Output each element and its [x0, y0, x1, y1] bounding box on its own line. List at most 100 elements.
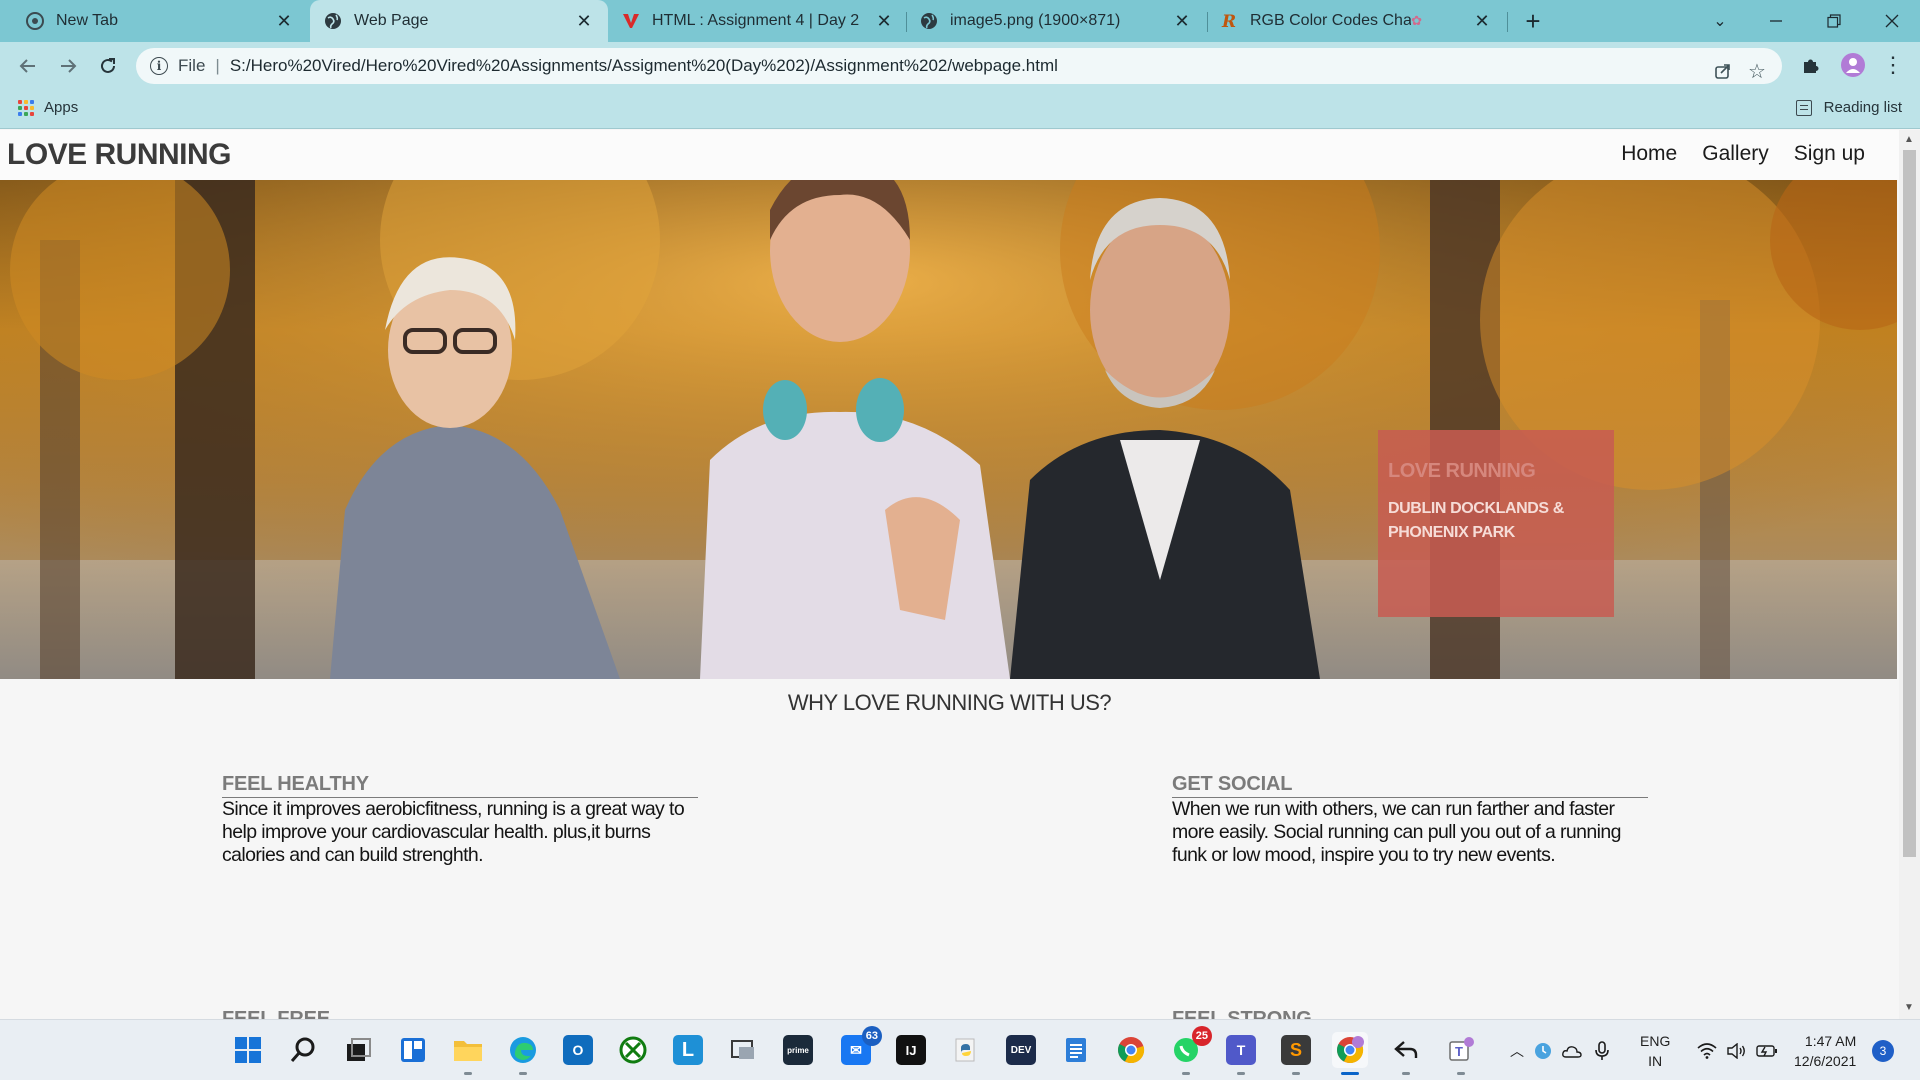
snipping-tool-icon[interactable]	[725, 1032, 761, 1068]
close-icon[interactable]: ✕	[274, 11, 294, 31]
notification-badge: 25	[1191, 1026, 1212, 1046]
close-icon[interactable]: ✕	[1172, 11, 1192, 31]
tab-title: Web Page	[354, 12, 429, 29]
l-app-icon[interactable]: L	[670, 1032, 706, 1068]
dev-icon[interactable]: DEV	[1003, 1032, 1039, 1068]
address-bar[interactable]: i File | S:/Hero%20Vired/Hero%20Vired%20…	[136, 48, 1782, 84]
section-title: WHY LOVE RUNNING WITH US?	[787, 690, 1112, 715]
running-indicator	[1237, 1072, 1245, 1075]
edge-icon[interactable]	[505, 1032, 541, 1075]
feature-heading: FEEL HEALTHY	[222, 773, 698, 798]
chrome-icon[interactable]	[1113, 1032, 1149, 1068]
palette-icon: ✿	[1411, 13, 1422, 28]
feature-heading: FEEL STRONG	[1172, 1008, 1648, 1019]
close-icon[interactable]: ✕	[574, 11, 594, 31]
scrollbar-thumb[interactable]	[1903, 150, 1916, 857]
site-info-icon[interactable]: i	[150, 57, 168, 75]
notification-badge: 63	[861, 1026, 882, 1046]
tab-rgb-color-codes[interactable]: R RGB Color Codes Chart ✿ ✕	[1208, 0, 1506, 42]
tab-image5[interactable]: image5.png (1900×871) ✕	[908, 0, 1206, 42]
python-icon[interactable]	[948, 1032, 984, 1068]
minimize-button[interactable]	[1748, 0, 1804, 42]
scroll-up-arrow-icon[interactable]: ▲	[1904, 134, 1914, 145]
back-button[interactable]	[12, 50, 44, 82]
tab-html-assignment[interactable]: HTML : Assignment 4 | Day 2 ✕	[610, 0, 908, 42]
feature-heading: GET SOCIAL	[1172, 773, 1648, 798]
prime-video-icon[interactable]: prime	[780, 1032, 816, 1068]
svg-text:T: T	[1455, 1044, 1463, 1059]
share-icon[interactable]	[1708, 56, 1738, 86]
language-code: ENG	[1640, 1032, 1671, 1049]
forward-button[interactable]	[52, 50, 84, 82]
tab-title: RGB Color Codes Chart	[1250, 12, 1412, 29]
hero-image: LOVE RUNNING DUBLIN DOCKLANDS & PHONENIX…	[0, 180, 1897, 679]
apps-shortcut[interactable]: Apps	[18, 99, 78, 116]
xbox-icon[interactable]	[615, 1032, 651, 1068]
notepad-icon[interactable]	[1058, 1032, 1094, 1068]
clock-time: 1:47 AM	[1804, 1032, 1857, 1049]
nav-gallery[interactable]: Gallery	[1702, 142, 1769, 166]
reading-list-button[interactable]: Reading list	[1795, 99, 1902, 116]
clock-app-icon[interactable]	[1529, 1042, 1557, 1060]
restore-button[interactable]	[1806, 0, 1862, 42]
search-icon[interactable]	[285, 1032, 321, 1068]
hero-box-subtitle: DUBLIN DOCKLANDS & PHONENIX PARK	[1388, 500, 1564, 541]
nav-home[interactable]: Home	[1621, 142, 1677, 166]
hero-box-title: LOVE RUNNING	[1388, 460, 1536, 482]
page-scrollbar[interactable]: ▲ ▼	[1899, 130, 1920, 1019]
svg-text:R: R	[1221, 12, 1236, 30]
url-text[interactable]: S:/Hero%20Vired/Hero%20Vired%20Assignmen…	[230, 56, 1058, 76]
reading-list-icon	[1795, 99, 1812, 116]
chevron-up-icon[interactable]: ︿	[1505, 1041, 1529, 1061]
scroll-down-arrow-icon[interactable]: ▼	[1904, 1002, 1914, 1013]
messenger-icon[interactable]: ✉ 63	[838, 1026, 882, 1068]
new-tab-button[interactable]: +	[1518, 6, 1548, 36]
apps-grid-icon	[18, 99, 34, 116]
tab-title: HTML : Assignment 4 | Day 2	[652, 12, 860, 29]
reply-arrow-icon[interactable]	[1388, 1032, 1424, 1075]
widgets-icon[interactable]	[395, 1032, 431, 1068]
clock[interactable]: 1:47 AM 12/6/2021	[1794, 1020, 1856, 1080]
teams-icon[interactable]: T	[1223, 1032, 1259, 1075]
bookmarks-bar: Apps Reading list	[0, 89, 1920, 129]
chrome-profile-icon[interactable]	[1332, 1032, 1368, 1075]
windows-start-icon[interactable]	[230, 1032, 266, 1068]
system-tray: ︿	[1505, 1020, 1617, 1080]
tab-new-tab[interactable]: New Tab ✕	[0, 0, 308, 42]
reading-list-label: Reading list	[1823, 99, 1902, 116]
microphone-icon[interactable]	[1587, 1040, 1617, 1061]
r-logo-icon: R	[1220, 12, 1238, 30]
sublime-icon[interactable]: S	[1278, 1032, 1314, 1075]
reload-button[interactable]	[92, 50, 124, 82]
v-logo-icon	[622, 12, 640, 30]
site-logo[interactable]: LOVE RUNNING	[7, 138, 232, 172]
wifi-icon	[1692, 1042, 1722, 1059]
profile-avatar[interactable]	[1838, 50, 1868, 80]
teams-personal-icon[interactable]: T	[1443, 1032, 1479, 1075]
close-icon[interactable]: ✕	[1472, 11, 1492, 31]
file-explorer-icon[interactable]	[450, 1032, 486, 1075]
tab-search-chevron-icon[interactable]: ⌄	[1692, 0, 1748, 42]
browser-menu-icon[interactable]: ⋮	[1878, 50, 1908, 80]
notification-center[interactable]: 3	[1872, 1020, 1894, 1080]
onedrive-cloud-icon[interactable]	[1557, 1044, 1587, 1058]
language-indicator[interactable]: ENG IN	[1640, 1020, 1670, 1080]
close-icon[interactable]: ✕	[874, 11, 894, 31]
bookmark-star-icon[interactable]: ☆	[1742, 56, 1772, 86]
nav-sign-up[interactable]: Sign up	[1794, 142, 1865, 166]
task-view-icon[interactable]	[340, 1032, 376, 1068]
close-window-button[interactable]	[1864, 0, 1920, 42]
tab-web-page[interactable]: Web Page ✕	[310, 0, 608, 42]
running-indicator	[1457, 1072, 1465, 1075]
outlook-icon[interactable]: O	[560, 1032, 596, 1068]
intellij-icon[interactable]: IJ	[893, 1032, 929, 1068]
site-nav: Home Gallery Sign up	[1621, 142, 1865, 166]
clock-date: 12/6/2021	[1794, 1052, 1857, 1069]
site-header: LOVE RUNNING Home Gallery Sign up	[0, 130, 1899, 180]
apps-label: Apps	[44, 99, 79, 116]
network-volume-battery[interactable]	[1692, 1020, 1782, 1080]
whatsapp-icon[interactable]: 25	[1168, 1026, 1212, 1075]
notification-count-badge: 3	[1872, 1039, 1894, 1062]
feature-heading: FEEL FREE	[222, 1008, 698, 1019]
extensions-puzzle-icon[interactable]	[1796, 50, 1826, 80]
